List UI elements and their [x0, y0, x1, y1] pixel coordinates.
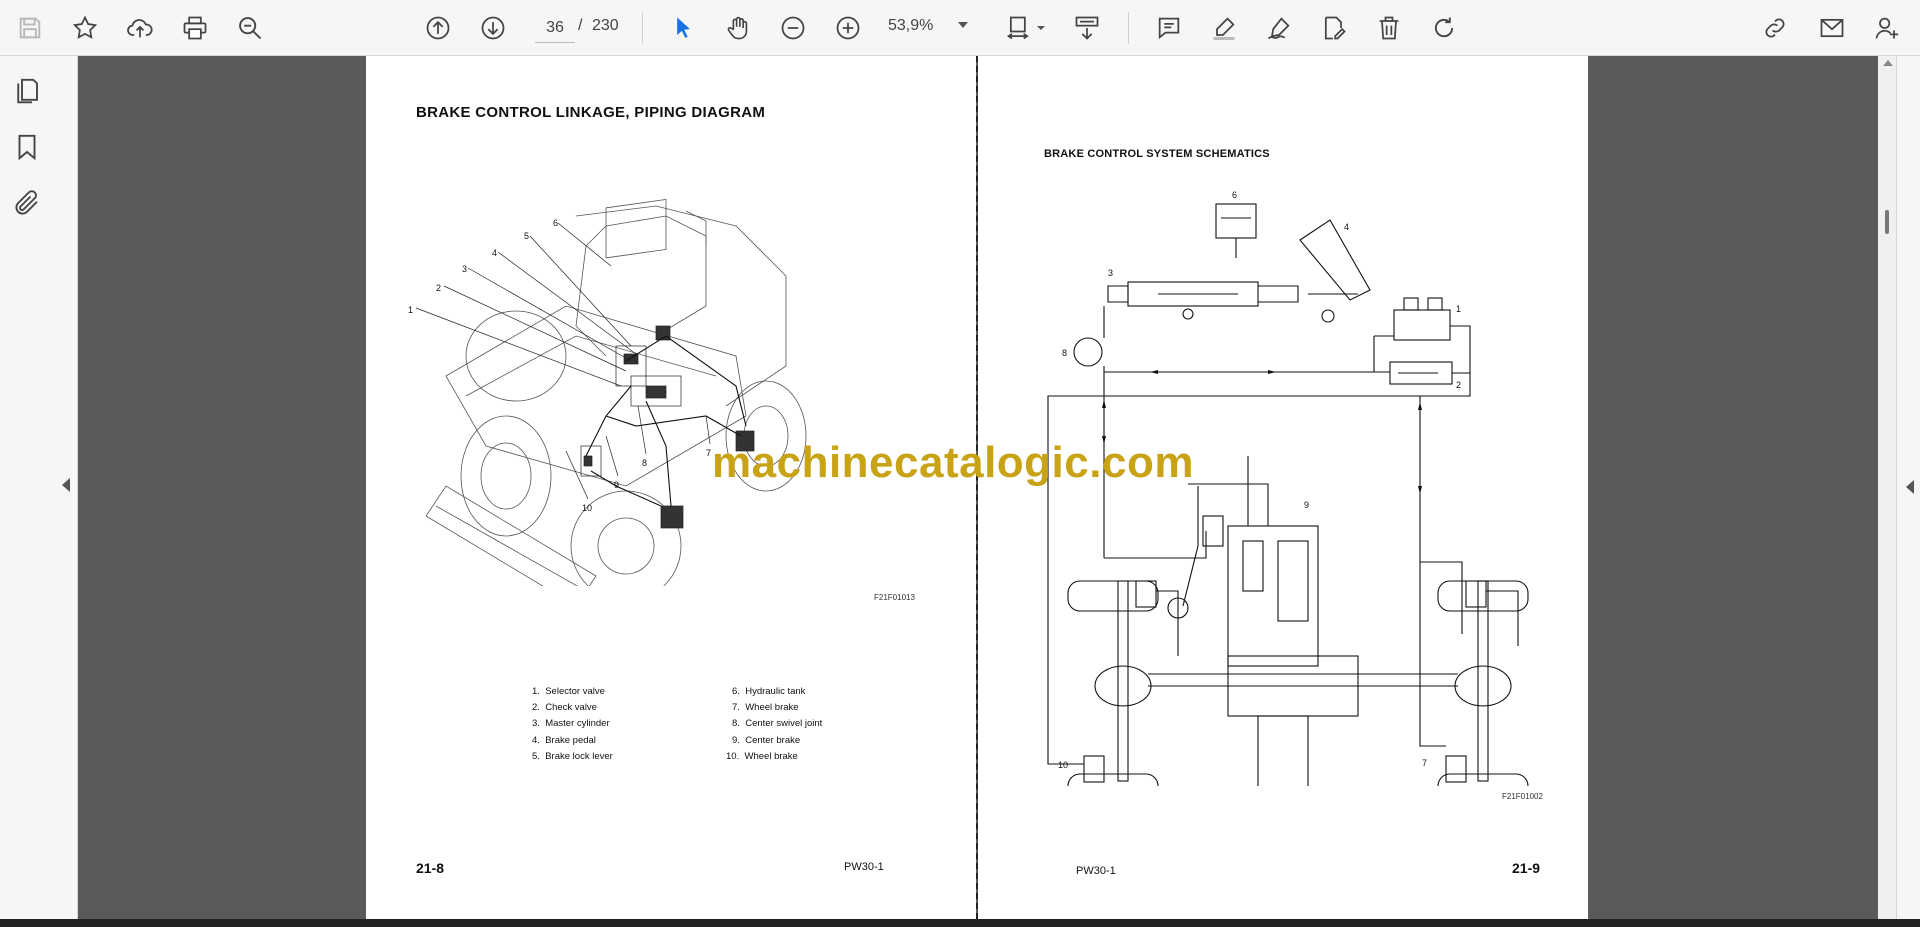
edit-pdf-icon[interactable] [1315, 9, 1353, 47]
print-icon[interactable] [176, 9, 214, 47]
bookmarks-icon[interactable] [12, 132, 44, 164]
callout-10: 10 [582, 503, 592, 513]
toolbar-divider [1128, 12, 1129, 44]
page-down-icon[interactable] [474, 9, 512, 47]
scroll-mode-icon[interactable] [1068, 9, 1106, 47]
right-panel-expand-icon[interactable] [1906, 480, 1914, 494]
callout-8: 8 [1062, 348, 1067, 358]
linkage-piping-diagram: 1 2 3 4 5 6 7 8 9 10 [408, 199, 807, 586]
hand-pan-icon[interactable] [719, 9, 757, 47]
toolbar: / 230 53,9% [0, 0, 1920, 56]
toolbar-divider [642, 12, 643, 44]
page-title-left: BRAKE CONTROL LINKAGE, PIPING DIAGRAM [416, 104, 766, 121]
bottom-bar [0, 919, 1920, 927]
page-total: 230 [592, 17, 619, 34]
legend-item: 7. Wheel brake [732, 702, 799, 713]
callout-6: 6 [553, 218, 558, 228]
page-number-right: 21-9 [1512, 860, 1541, 876]
legend-item: 6. Hydraulic tank [732, 686, 806, 697]
legend-item: 8. Center swivel joint [732, 718, 823, 729]
callout-3: 3 [462, 264, 467, 274]
scroll-up-icon[interactable] [1883, 60, 1893, 66]
legend-item: 2. Check valve [532, 702, 597, 713]
callout-4: 4 [492, 248, 497, 258]
zoom-in-icon[interactable] [829, 9, 867, 47]
left-panel-collapse-icon[interactable] [62, 478, 70, 492]
scroll-thumb[interactable] [1885, 210, 1889, 234]
fit-page-dropdown-icon[interactable] [1022, 9, 1060, 47]
rotate-icon[interactable] [1425, 9, 1463, 47]
callout-7: 7 [1422, 758, 1427, 768]
watermark: machinecatalogic.com [712, 438, 1194, 487]
add-user-icon[interactable] [1868, 9, 1906, 47]
comment-icon[interactable] [1150, 9, 1188, 47]
callout-1: 1 [408, 305, 413, 315]
legend-item: 4. Brake pedal [532, 735, 596, 746]
callout-9: 9 [1304, 500, 1309, 510]
page-number-input[interactable] [535, 13, 575, 43]
callout-5: 5 [524, 231, 529, 241]
select-cursor-icon[interactable] [664, 9, 702, 47]
callout-9: 9 [614, 480, 619, 490]
callout-3: 3 [1108, 268, 1113, 278]
page-up-icon[interactable] [419, 9, 457, 47]
zoom-out-icon[interactable] [774, 9, 812, 47]
callout-1: 1 [1456, 304, 1461, 314]
delete-icon[interactable] [1370, 9, 1408, 47]
page-title-right: BRAKE CONTROL SYSTEM SCHEMATICS [1044, 148, 1270, 160]
upload-cloud-icon[interactable] [121, 9, 159, 47]
bookmark-star-icon[interactable] [66, 9, 104, 47]
figure-code-left: F21F01013 [874, 593, 915, 602]
legend-item: 9. Center brake [732, 735, 801, 746]
page-separator: / [578, 17, 583, 34]
vertical-scrollbar[interactable] [1878, 56, 1896, 919]
legend-item: 3. Master cylinder [532, 718, 610, 729]
legend-item: 1. Selector valve [532, 686, 605, 697]
sign-icon[interactable] [1260, 9, 1298, 47]
save-icon[interactable] [11, 9, 49, 47]
model-right: PW30-1 [1076, 865, 1116, 877]
callout-7: 7 [706, 448, 711, 458]
email-icon[interactable] [1813, 9, 1851, 47]
zoom-search-icon[interactable] [231, 9, 269, 47]
legend-item: 5. Brake lock lever [532, 751, 613, 762]
zoom-select[interactable]: 53,9% [888, 13, 978, 43]
highlight-pen-icon[interactable] [1205, 9, 1243, 47]
callout-4: 4 [1344, 222, 1349, 232]
callout-10: 10 [1058, 760, 1068, 770]
callout-6: 6 [1232, 190, 1237, 200]
callout-8: 8 [642, 458, 647, 468]
callout-2: 2 [1456, 380, 1461, 390]
zoom-caret-icon[interactable] [958, 22, 968, 28]
legend-item: 10. Wheel brake [726, 751, 798, 762]
attachments-icon[interactable] [12, 188, 44, 220]
pages-thumbnail-icon[interactable] [12, 76, 44, 108]
callout-2: 2 [436, 283, 441, 293]
share-link-icon[interactable] [1756, 9, 1794, 47]
model-left: PW30-1 [844, 861, 884, 873]
page-number-left: 21-8 [416, 860, 445, 876]
zoom-value: 53,9% [888, 17, 934, 34]
figure-code-right: F21F01002 [1502, 792, 1543, 801]
